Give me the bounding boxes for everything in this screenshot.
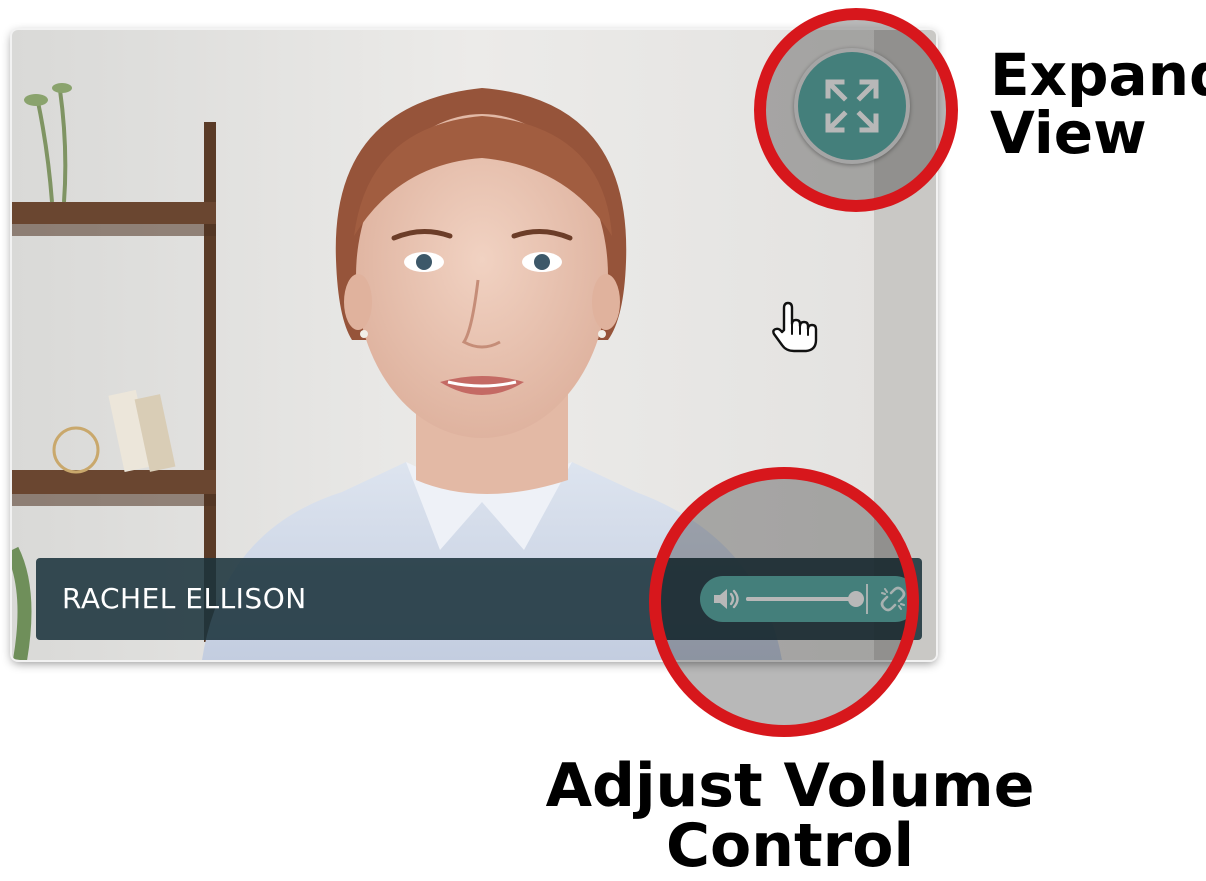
participant-name-bar: RACHEL ELLISON [36,558,922,640]
volume-slider-thumb[interactable] [848,591,864,607]
callout-line: Control [665,811,915,881]
volume-slider-track[interactable] [746,597,856,601]
expand-view-button[interactable] [794,48,910,164]
expand-arrows-icon [825,79,879,133]
callout-line: View [990,99,1147,167]
volume-control-divider [866,584,868,614]
speaker-icon[interactable] [712,587,742,611]
volume-control[interactable] [700,576,918,622]
pointer-hand-icon [772,301,818,353]
participant-video-tile[interactable]: RACHEL ELLISON [12,30,936,660]
volume-slider-fill [746,597,856,601]
unlink-icon[interactable] [876,582,910,616]
expand-view-callout: Expand View [990,46,1206,162]
callout-line: Expand [990,41,1206,109]
participant-name: RACHEL ELLISON [62,582,307,615]
callout-line: Adjust Volume [545,751,1035,821]
adjust-volume-callout: Adjust Volume Control [500,756,1080,876]
